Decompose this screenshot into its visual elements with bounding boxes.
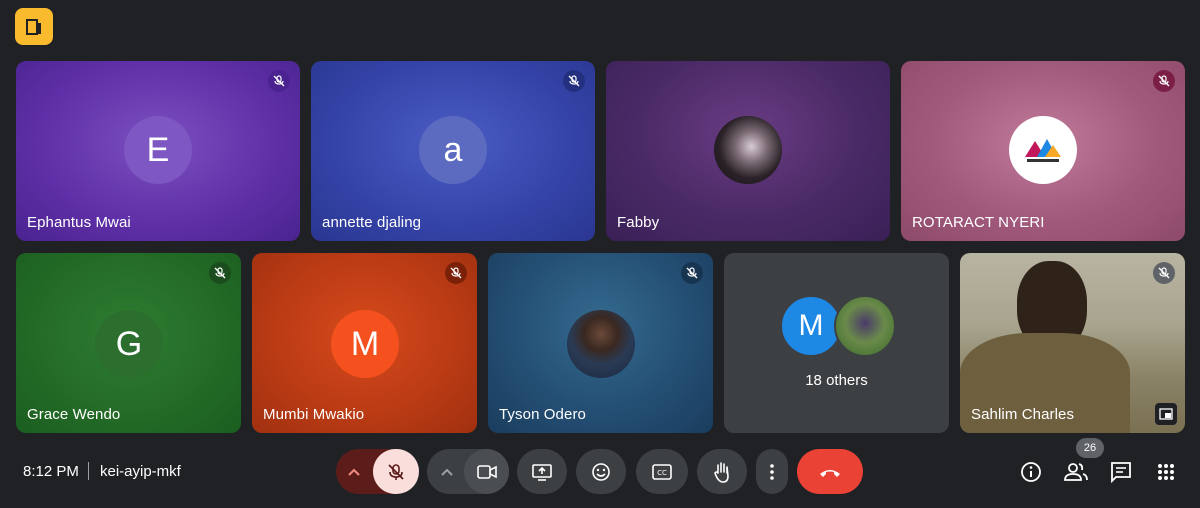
more-options-button[interactable] [756, 449, 788, 494]
avatar-initial: G [115, 324, 143, 363]
people-count-badge: 26 [1076, 438, 1104, 458]
activities-button[interactable] [1154, 460, 1178, 484]
muted-mic-icon [563, 70, 585, 92]
avatar-photo [567, 310, 635, 378]
emoji-icon [592, 462, 610, 481]
meeting-code: kei-ayip-mkf [100, 463, 181, 480]
participant-name: Grace Wendo [27, 406, 121, 423]
avatar: E [124, 116, 192, 184]
participant-name: ROTARACT NYERI [912, 214, 1045, 231]
avatar: M [331, 310, 399, 378]
participant-tile[interactable]: Tyson Odero [488, 253, 713, 433]
participant-tile[interactable]: a annette djaling [311, 61, 595, 241]
present-icon [532, 463, 552, 481]
chevron-up-icon [348, 468, 360, 476]
mic-off-icon [388, 463, 404, 480]
svg-text:CC: CC [657, 469, 667, 477]
camera-toggle-button[interactable] [464, 449, 509, 494]
avatar: G [95, 310, 163, 378]
avatar: a [419, 116, 487, 184]
participant-name: annette djaling [322, 214, 422, 231]
control-bar: 8:12 PM kei-ayip-mkf CC 26 [0, 438, 1200, 500]
apps-grid-icon [1158, 464, 1174, 480]
avatar-initial: M [350, 324, 380, 363]
participant-tile[interactable]: G Grace Wendo [16, 253, 241, 433]
present-screen-button[interactable] [517, 449, 567, 494]
meeting-app-badge[interactable] [15, 8, 53, 45]
chat-icon [1111, 462, 1131, 483]
muted-mic-icon [1153, 70, 1175, 92]
meeting-details-button[interactable] [1019, 460, 1043, 484]
camera-icon [476, 464, 497, 479]
end-call-icon [820, 469, 840, 477]
raise-hand-button[interactable] [697, 449, 747, 494]
people-icon [1064, 463, 1088, 481]
avatar-photo [714, 116, 782, 184]
hand-icon [714, 461, 729, 483]
avatar-initial: M [798, 309, 824, 342]
captions-icon: CC [652, 463, 672, 480]
participant-tile[interactable]: Fabby [606, 61, 890, 241]
avatar-photo [834, 295, 896, 357]
muted-mic-icon [209, 262, 231, 284]
door-icon [26, 18, 41, 35]
participant-name: Ephantus Mwai [27, 214, 131, 231]
chat-button[interactable] [1109, 460, 1133, 484]
participant-name: Tyson Odero [499, 406, 586, 423]
participant-tile[interactable]: ROTARACT NYERI [901, 61, 1185, 241]
participant-name: Sahlim Charles [971, 406, 1075, 423]
participant-name: Mumbi Mwakio [263, 406, 365, 423]
muted-mic-icon [268, 70, 290, 92]
muted-mic-icon [1153, 262, 1175, 284]
rotaract-logo-icon [1025, 139, 1061, 162]
avatar-initial: a [443, 130, 463, 169]
muted-mic-icon [681, 262, 703, 284]
participant-tile[interactable]: E Ephantus Mwai [16, 61, 300, 241]
reactions-button[interactable] [576, 449, 626, 494]
others-count-label: 18 others [805, 372, 868, 389]
others-tile[interactable]: M 18 others [724, 253, 949, 433]
participant-tile[interactable]: M Mumbi Mwakio [252, 253, 477, 433]
participant-name: Fabby [617, 214, 660, 231]
pip-icon[interactable] [1155, 403, 1177, 425]
chevron-up-icon [441, 468, 453, 476]
participant-tile-video[interactable]: Sahlim Charles [960, 253, 1185, 433]
meeting-time: 8:12 PM [23, 463, 79, 480]
captions-button[interactable]: CC [636, 449, 688, 494]
people-button[interactable] [1064, 460, 1088, 484]
leave-call-button[interactable] [797, 449, 863, 494]
avatar-initial: E [146, 130, 170, 169]
muted-mic-icon [445, 262, 467, 284]
club-logo-avatar [1009, 116, 1077, 184]
mic-toggle-button[interactable] [373, 449, 419, 494]
more-vert-icon [770, 463, 774, 480]
avatar: M [780, 295, 842, 357]
info-icon [1021, 462, 1041, 482]
divider [88, 462, 89, 480]
